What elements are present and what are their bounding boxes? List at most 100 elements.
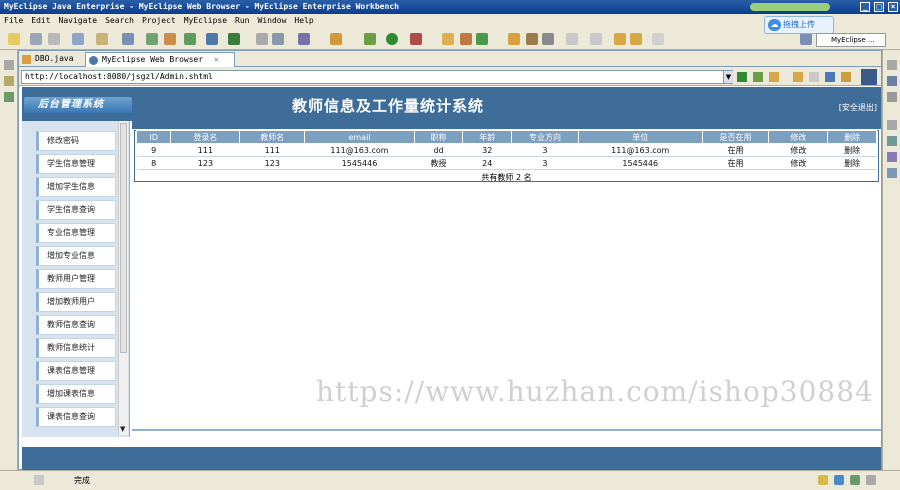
sidebar-item-change-password[interactable]: 修改密码 bbox=[36, 131, 116, 151]
print-icon[interactable] bbox=[48, 33, 60, 45]
table-footer: 共有教师 2 名 bbox=[481, 173, 532, 182]
menu-file[interactable]: File bbox=[0, 14, 27, 28]
col-major: 专业方向 bbox=[511, 130, 579, 144]
settings-icon[interactable] bbox=[330, 33, 342, 45]
chevron-down-icon[interactable]: ▼ bbox=[120, 425, 125, 433]
back-icon[interactable] bbox=[793, 72, 803, 82]
window-title: MyEclipse Java Enterprise - MyEclipse We… bbox=[4, 2, 399, 11]
debug-icon[interactable] bbox=[364, 33, 376, 45]
menu-run[interactable]: Run bbox=[231, 14, 253, 28]
teacher-table: ID 登录名 教师名 email 职称 年龄 专业方向 单位 是否在用 修改 删… bbox=[135, 130, 877, 170]
minimize-icon[interactable]: _ bbox=[860, 2, 870, 12]
new-class-icon[interactable] bbox=[476, 33, 488, 45]
upload-button[interactable]: ☁ 拖拽上传 bbox=[764, 16, 834, 34]
delete-link[interactable]: 删除 bbox=[827, 156, 877, 170]
package-explorer-icon[interactable] bbox=[4, 76, 14, 86]
favorites-icon[interactable] bbox=[769, 72, 779, 82]
logout-link[interactable]: [安全退出] bbox=[839, 102, 877, 113]
delete-link[interactable]: 删除 bbox=[827, 143, 877, 157]
sidebar-item-add-teacher-user[interactable]: 增加教师用户 bbox=[36, 292, 116, 312]
db-icon[interactable] bbox=[164, 33, 176, 45]
tasks-icon[interactable] bbox=[887, 92, 897, 102]
sidebar-item-teacher-query[interactable]: 教师信息查询 bbox=[36, 315, 116, 335]
deploy-icon[interactable] bbox=[96, 33, 108, 45]
restore-icon[interactable] bbox=[4, 60, 14, 70]
edit-link[interactable]: 修改 bbox=[768, 143, 828, 157]
globe-icon bbox=[89, 56, 98, 65]
menu-edit[interactable]: Edit bbox=[27, 14, 54, 28]
sidebar-item-student-manage[interactable]: 学生信息管理 bbox=[36, 154, 116, 174]
external-tools-icon[interactable] bbox=[410, 33, 422, 45]
url-input[interactable]: http://localhost:8080/jsgzl/Admin.shtml bbox=[21, 70, 733, 84]
close-icon[interactable]: × bbox=[888, 2, 898, 12]
menu-project[interactable]: Project bbox=[138, 14, 180, 28]
team-icon[interactable] bbox=[184, 33, 196, 45]
sidebar-scrollbar[interactable]: ▼ bbox=[118, 121, 128, 435]
stop-icon[interactable] bbox=[825, 72, 835, 82]
new-package-icon[interactable] bbox=[460, 33, 472, 45]
sidebar-item-add-major[interactable]: 增加专业信息 bbox=[36, 246, 116, 266]
cell-unit: 1545446 bbox=[578, 156, 703, 170]
console-icon[interactable] bbox=[866, 475, 876, 485]
globe-icon[interactable] bbox=[206, 33, 218, 45]
forward-arrow-icon[interactable] bbox=[630, 33, 642, 45]
menu-navigate[interactable]: Navigate bbox=[55, 14, 102, 28]
tab-dbo-java[interactable]: DBO.java bbox=[19, 52, 85, 67]
next-annotation-icon[interactable] bbox=[590, 33, 602, 45]
menu-myeclipse[interactable]: MyEclipse bbox=[180, 14, 231, 28]
scrollbar-thumb[interactable] bbox=[120, 123, 127, 353]
sidebar-item-schedule-manage[interactable]: 课表信息管理 bbox=[36, 361, 116, 381]
table-header-row: ID 登录名 教师名 email 职称 年龄 专业方向 单位 是否在用 修改 删… bbox=[135, 130, 877, 144]
forward-icon[interactable] bbox=[652, 33, 664, 45]
restore-icon[interactable] bbox=[887, 60, 897, 70]
chevron-down-icon[interactable]: ▼ bbox=[723, 71, 733, 83]
sidebar-item-schedule-query[interactable]: 课表信息查询 bbox=[36, 407, 116, 427]
sidebar-item-teacher-user-manage[interactable]: 教师用户管理 bbox=[36, 269, 116, 289]
forward-icon[interactable] bbox=[809, 72, 819, 82]
console-icon[interactable] bbox=[887, 152, 897, 162]
refresh-icon[interactable] bbox=[228, 33, 240, 45]
progress-icon bbox=[850, 475, 860, 485]
save-icon[interactable] bbox=[30, 33, 42, 45]
new-icon[interactable] bbox=[8, 33, 20, 45]
restore-icon[interactable] bbox=[887, 120, 897, 130]
servers-icon[interactable] bbox=[887, 168, 897, 178]
copy-icon[interactable] bbox=[272, 33, 284, 45]
sidebar: 修改密码 学生信息管理 增加学生信息 学生信息查询 专业信息管理 增加专业信息 … bbox=[22, 121, 130, 437]
open-perspective-icon[interactable] bbox=[800, 33, 812, 45]
sidebar-item-add-student[interactable]: 增加学生信息 bbox=[36, 177, 116, 197]
fast-view-icon[interactable] bbox=[34, 475, 44, 485]
menu-window[interactable]: Window bbox=[254, 14, 291, 28]
edit-link[interactable]: 修改 bbox=[768, 156, 828, 170]
server-icon[interactable] bbox=[72, 33, 84, 45]
tab-web-browser[interactable]: MyEclipse Web Browser ✕ bbox=[85, 52, 235, 67]
hierarchy-icon[interactable] bbox=[4, 92, 14, 102]
sidebar-item-teacher-stats[interactable]: 教师信息统计 bbox=[36, 338, 116, 358]
home-icon[interactable] bbox=[841, 72, 851, 82]
maximize-icon[interactable]: □ bbox=[874, 2, 884, 12]
go-icon[interactable] bbox=[737, 72, 747, 82]
open-folder-icon[interactable] bbox=[508, 33, 520, 45]
sidebar-item-student-query[interactable]: 学生信息查询 bbox=[36, 200, 116, 220]
outline-icon[interactable] bbox=[887, 76, 897, 86]
new-java-project-icon[interactable] bbox=[442, 33, 454, 45]
refresh-icon[interactable] bbox=[753, 72, 763, 82]
browser-icon[interactable] bbox=[122, 33, 134, 45]
search-icon[interactable] bbox=[542, 33, 554, 45]
back-icon[interactable] bbox=[614, 33, 626, 45]
cell-login: 123 bbox=[170, 156, 240, 170]
tomcat-icon[interactable] bbox=[146, 33, 158, 45]
cut-icon[interactable] bbox=[256, 33, 268, 45]
menu-help[interactable]: Help bbox=[290, 14, 317, 28]
sidebar-item-major-manage[interactable]: 专业信息管理 bbox=[36, 223, 116, 243]
pencil-icon[interactable] bbox=[526, 33, 538, 45]
perspective-switcher[interactable]: MyEclipse ... bbox=[816, 33, 886, 47]
menu-search[interactable]: Search bbox=[101, 14, 138, 28]
problems-icon[interactable] bbox=[887, 136, 897, 146]
run-icon[interactable] bbox=[386, 33, 398, 45]
prev-annotation-icon[interactable] bbox=[566, 33, 578, 45]
sidebar-item-add-schedule[interactable]: 增加课表信息 bbox=[36, 384, 116, 404]
cell-title: dd bbox=[414, 143, 463, 157]
close-icon[interactable]: ✕ bbox=[214, 55, 219, 64]
open-type-icon[interactable] bbox=[298, 33, 310, 45]
